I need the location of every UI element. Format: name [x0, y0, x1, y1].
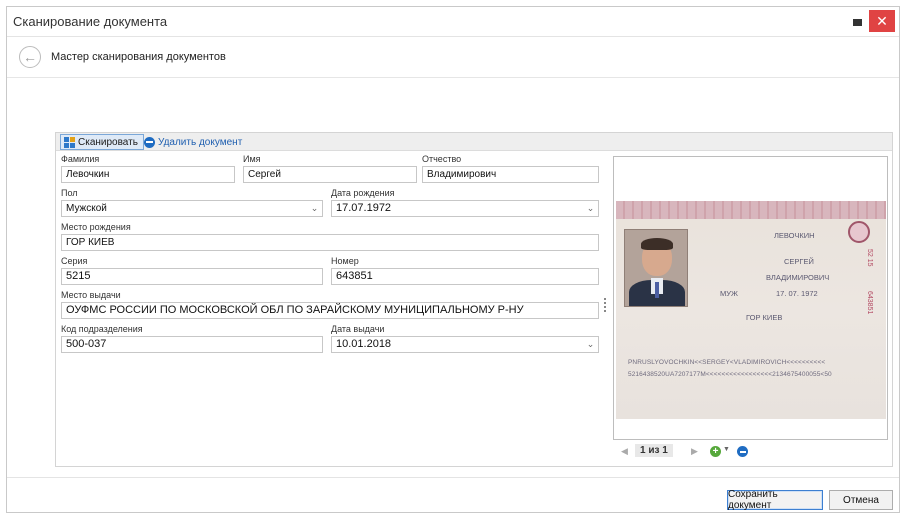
sex-select[interactable]: Мужской ⌄ [61, 200, 323, 217]
coat-of-arms-icon [848, 221, 870, 243]
issued-by-field[interactable]: ОУФМС РОССИИ ПО МОСКОВСКОЙ ОБЛ ПО ЗАРАЙС… [61, 302, 599, 319]
birth-place-label: Место рождения [61, 222, 131, 232]
back-button[interactable]: ← [19, 46, 41, 68]
close-button[interactable]: ✕ [869, 10, 895, 32]
document-panel: Сканировать Удалить документ Фамилия Лев… [55, 132, 893, 467]
birth-date-picker[interactable]: 17.07.1972 ⌄ [331, 200, 599, 217]
restore-icon [852, 18, 862, 26]
issue-date-picker[interactable]: 10.01.2018 ⌄ [331, 336, 599, 353]
issued-by-label: Место выдачи [61, 290, 121, 300]
zoom-dropdown-icon[interactable]: ▼ [723, 446, 730, 453]
passport-sex: МУЖ [720, 289, 738, 298]
division-code-label: Код подразделения [61, 324, 143, 334]
birth-place-field[interactable]: ГОР КИЕВ [61, 234, 599, 251]
splitter-handle[interactable] [604, 298, 607, 312]
passport-birth-place: ГОР КИЕВ [746, 313, 783, 322]
division-code-field[interactable]: 500-037 [61, 336, 323, 353]
close-icon: ✕ [876, 12, 888, 29]
window-title: Сканирование документа [13, 14, 168, 29]
zoom-in-icon[interactable]: + [710, 446, 721, 457]
delete-document-button[interactable]: Удалить документ [144, 134, 242, 150]
save-document-button[interactable]: Сохранить документ [727, 489, 823, 511]
arrow-left-circle-icon: ← [23, 49, 37, 65]
page-indicator: 1 из 1 [635, 444, 673, 457]
minus-circle-icon [144, 136, 155, 148]
passport-mrz-line2: 5216438520UA7207177M<<<<<<<<<<<<<<<<<213… [628, 371, 832, 378]
passport-name: СЕРГЕЙ [784, 257, 814, 266]
name-field[interactable]: Сергей [243, 166, 417, 183]
scan-button[interactable]: Сканировать [60, 134, 144, 150]
passport-mrz-line1: PNRUSLYOVOCHKIN<<SERGEY<VLADIMIROVICH<<<… [628, 359, 826, 366]
zoom-out-icon[interactable] [737, 446, 748, 457]
document-toolbar: Сканировать Удалить документ [56, 133, 892, 151]
passport-image: ЛЕВОЧКИН СЕРГЕЙ ВЛАДИМИРОВИЧ МУЖ 17. 07.… [616, 201, 886, 419]
issue-date-value: 10.01.2018 [336, 338, 392, 350]
passport-surname: ЛЕВОЧКИН [774, 231, 815, 240]
scanner-grid-icon [64, 136, 75, 148]
number-label: Номер [331, 256, 359, 266]
series-field[interactable]: 5215 [61, 268, 323, 285]
wizard-title: Мастер сканирования документов [51, 51, 226, 63]
passport-patronymic: ВЛАДИМИРОВИЧ [766, 273, 830, 282]
previous-page-button[interactable]: ◀ [621, 446, 628, 457]
passport-header-stripe [616, 201, 886, 219]
cancel-button[interactable]: Отмена [829, 490, 893, 510]
passport-birth-date: 17. 07. 1972 [776, 289, 818, 298]
number-field[interactable]: 643851 [331, 268, 599, 285]
patronymic-field[interactable]: Владимирович [422, 166, 599, 183]
scan-button-label: Сканировать [78, 136, 138, 148]
passport-side-series: 52 15 [866, 249, 873, 267]
passport-side-number: 643851 [866, 291, 873, 315]
passport-photo [624, 229, 688, 307]
name-label: Имя [243, 154, 261, 164]
surname-field[interactable]: Левочкин [61, 166, 235, 183]
footer-divider [7, 477, 899, 478]
patronymic-label: Отчество [422, 154, 462, 164]
birth-date-value: 17.07.1972 [336, 202, 392, 214]
restore-button[interactable] [851, 16, 863, 28]
scan-document-window: Сканирование документа ✕ ← Мастер сканир… [6, 6, 900, 513]
title-bar: Сканирование документа ✕ [7, 7, 899, 37]
chevron-down-icon: ⌄ [586, 339, 595, 349]
chevron-down-icon: ⌄ [586, 203, 595, 213]
next-page-button[interactable]: ▶ [691, 446, 698, 457]
document-preview: ЛЕВОЧКИН СЕРГЕЙ ВЛАДИМИРОВИЧ МУЖ 17. 07.… [613, 156, 888, 440]
surname-label: Фамилия [61, 154, 100, 164]
issue-date-label: Дата выдачи [331, 324, 385, 334]
wizard-header: ← Мастер сканирования документов [7, 38, 899, 78]
chevron-down-icon: ⌄ [310, 203, 319, 213]
sex-select-value: Мужской [66, 203, 107, 214]
sex-label: Пол [61, 188, 78, 198]
preview-pager: ◀ 1 из 1 ▶ + ▼ [613, 443, 888, 461]
delete-document-label: Удалить документ [158, 136, 243, 148]
series-label: Серия [61, 256, 88, 266]
birth-date-label: Дата рождения [331, 188, 395, 198]
